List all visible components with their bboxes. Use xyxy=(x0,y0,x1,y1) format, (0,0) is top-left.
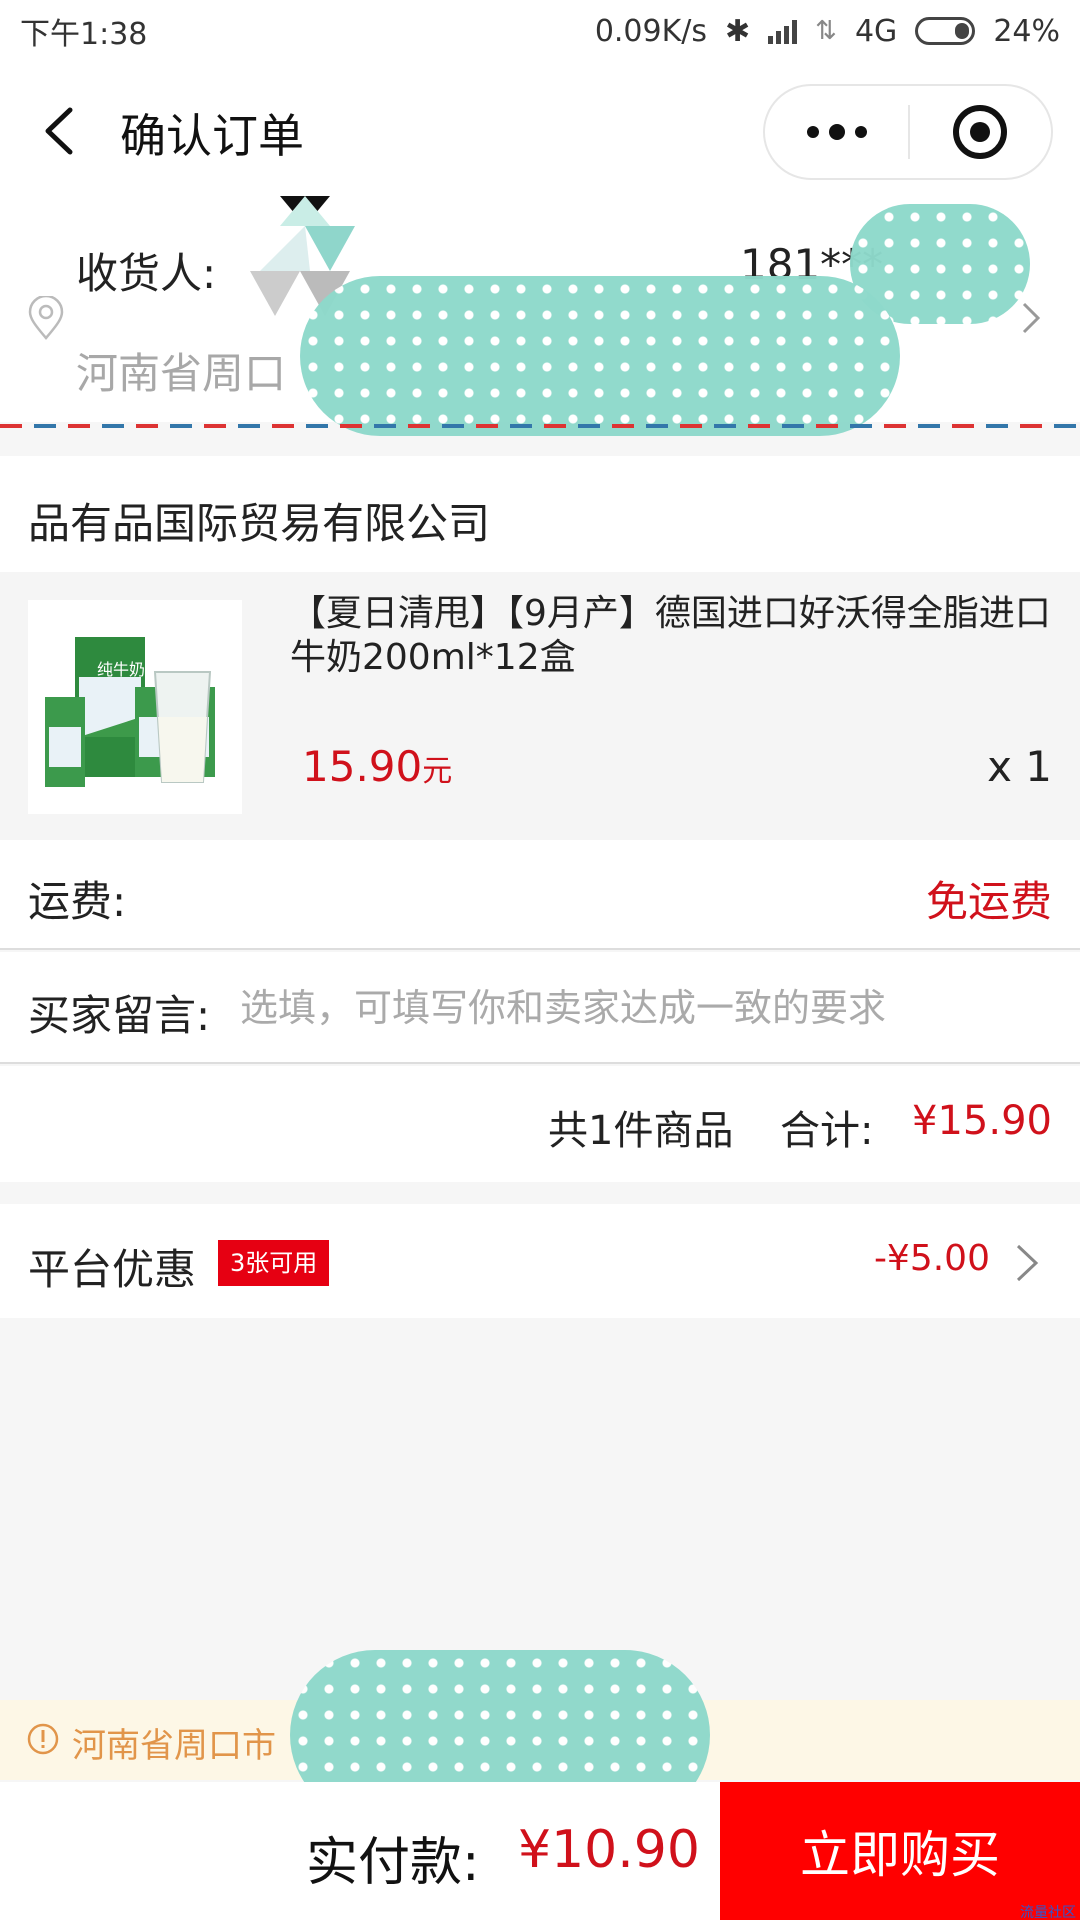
bluetooth-icon: ✱ xyxy=(725,13,751,49)
product-title: 【夏日清甩】【9月产】德国进口好沃得全脂进口牛奶200ml*12盒 xyxy=(290,593,1051,678)
platform-coupon-row[interactable]: 平台优惠 3张可用 -¥5.00 xyxy=(0,1204,1080,1318)
info-icon xyxy=(26,1722,60,1760)
shipping-label: 运费: xyxy=(28,877,127,926)
miniprogram-capsule xyxy=(763,84,1053,180)
airmail-divider xyxy=(0,424,1080,428)
nav-header: 确认订单 xyxy=(0,62,1080,196)
product-price: 15.90元 xyxy=(302,742,452,791)
signal-icon xyxy=(768,18,798,44)
chevron-right-icon xyxy=(1014,1242,1040,1288)
back-arrow-icon[interactable] xyxy=(40,106,84,155)
product-pack-lettering: 纯牛奶 xyxy=(97,660,145,679)
page-title: 确认订单 xyxy=(120,109,304,163)
total-value: ¥15.90 xyxy=(912,1098,1052,1144)
checkout-bar: 实付款: ¥10.90 立即购买 xyxy=(0,1782,1080,1920)
more-menu-button[interactable] xyxy=(765,86,908,178)
product-card[interactable]: 纯牛奶 【夏日清甩】【9月产】德国进口好沃得全脂进口牛奶200ml*12盒 15… xyxy=(0,572,1080,840)
more-dots-icon-right xyxy=(854,126,867,138)
pay-value: ¥10.90 xyxy=(518,1820,700,1880)
target-circle-icon xyxy=(953,105,1008,159)
data-arrows-icon: ⇅ xyxy=(815,16,837,46)
location-pin-icon xyxy=(26,294,66,344)
notice-text: 河南省周口市 xyxy=(72,1726,276,1766)
close-miniprogram-button[interactable] xyxy=(910,86,1051,178)
battery-icon xyxy=(915,17,976,45)
pay-label: 实付款: xyxy=(306,1833,480,1893)
shop-row: 品有品国际贸易有限公司 xyxy=(0,456,1080,572)
shipping-row: 运费: 免运费 xyxy=(0,840,1080,950)
item-count: 共1件商品 xyxy=(548,1108,734,1154)
buyer-note-row: 买家留言: xyxy=(0,952,1080,1064)
address-line: 河南省周口 xyxy=(76,349,287,398)
buyer-note-label: 买家留言: xyxy=(28,991,211,1040)
shop-name: 品有品国际贸易有限公司 xyxy=(28,499,491,548)
status-bar: 下午1:38 0.09K/s ✱ ⇅ 4G 24% xyxy=(0,0,1080,62)
product-image: 纯牛奶 xyxy=(28,600,242,814)
buyer-note-input[interactable] xyxy=(240,980,1040,1036)
product-quantity: x 1 xyxy=(987,742,1052,791)
battery-level: 24% xyxy=(993,13,1060,49)
coupon-badge: 3张可用 xyxy=(218,1240,330,1286)
order-summary-row: 共1件商品 合计: ¥15.90 xyxy=(0,1066,1080,1182)
shipping-value: 免运费 xyxy=(925,877,1052,926)
more-dots-icon xyxy=(806,126,819,138)
watermark: 流量社区 xyxy=(1020,1905,1076,1920)
buy-now-button[interactable]: 立即购买 xyxy=(720,1782,1080,1920)
coupon-label: 平台优惠 xyxy=(28,1245,197,1294)
status-time: 下午1:38 xyxy=(20,17,148,52)
status-indicators: 0.09K/s ✱ ⇅ 4G 24% xyxy=(595,14,1060,49)
chevron-right-icon xyxy=(1020,300,1042,340)
product-price-value: 15.90 xyxy=(302,742,423,791)
privacy-mask-address xyxy=(300,276,900,436)
network-speed: 0.09K/s xyxy=(594,13,708,49)
more-dots-icon-center xyxy=(828,124,845,140)
product-price-unit: 元 xyxy=(422,754,453,789)
receiver-label: 收货人: xyxy=(76,249,217,298)
coupon-value: -¥5.00 xyxy=(873,1238,990,1279)
total-label: 合计: xyxy=(780,1108,874,1154)
network-type: 4G xyxy=(854,13,898,49)
